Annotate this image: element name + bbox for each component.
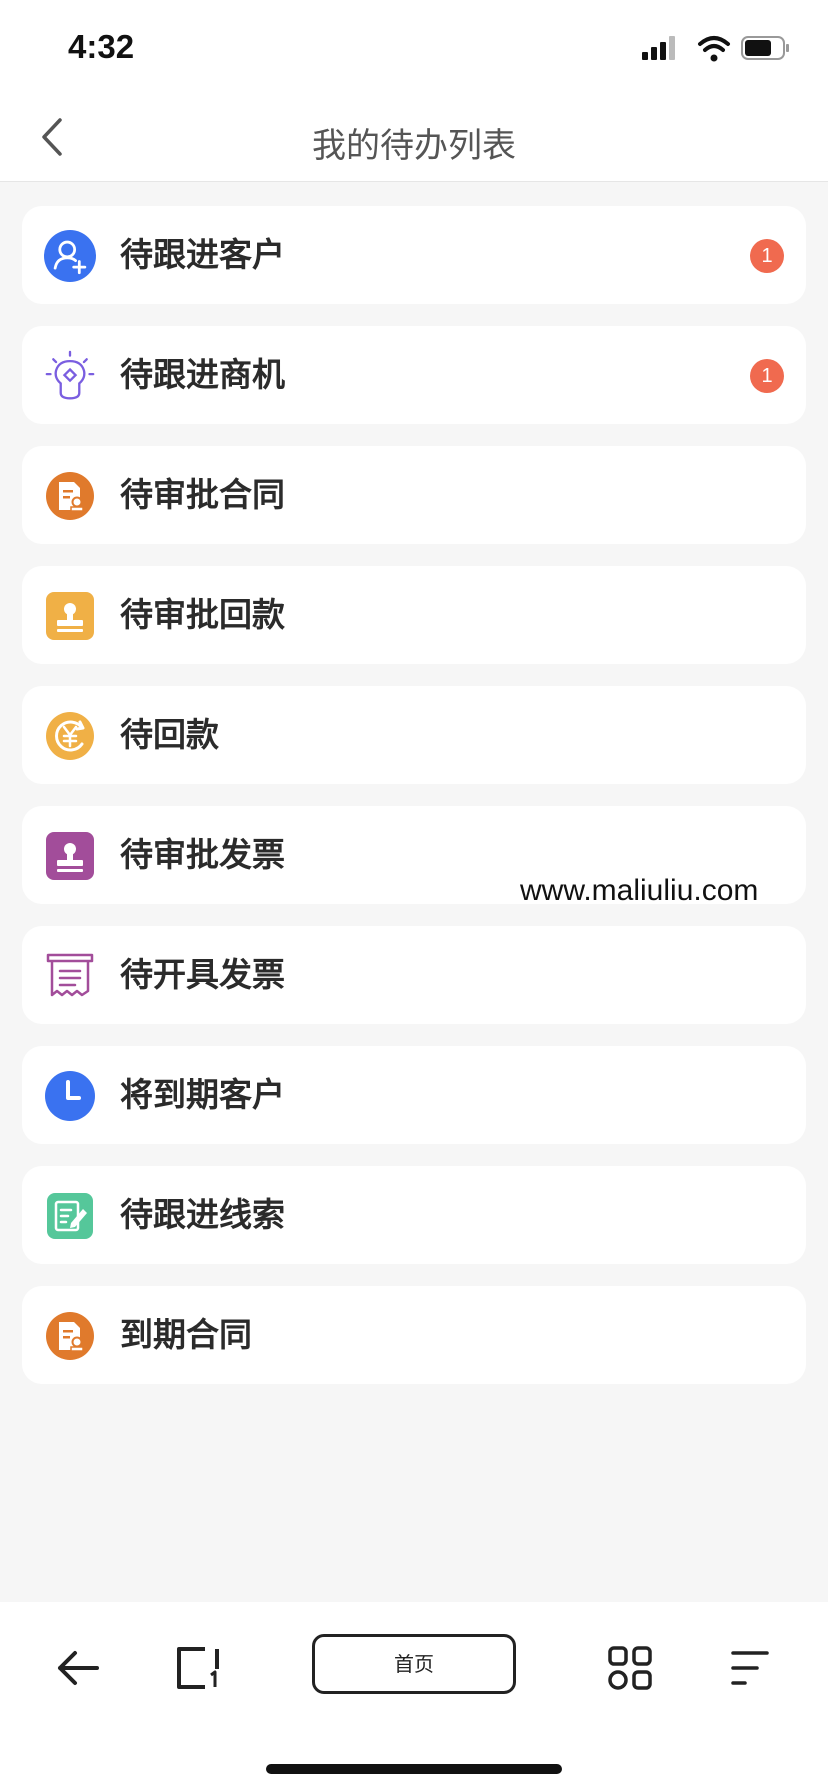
list-item-expired-contracts[interactable]: 到期合同 [22,1286,806,1384]
bottom-toolbar: 首页 [0,1602,828,1792]
list-item-label: 待审批发票 [120,835,285,874]
arrow-left-icon [58,1651,99,1685]
list-item-label: 待开具发票 [120,955,285,994]
grid-icon [608,1646,652,1690]
list-item-pending-payments[interactable]: 待回款 [22,686,806,784]
list-item-label: 待跟进商机 [120,355,285,394]
list-item-approve-payments[interactable]: 待审批回款 [22,566,806,664]
menu-button[interactable] [722,1640,778,1696]
stamp-icon [44,590,96,642]
home-button[interactable]: 首页 [312,1634,516,1694]
list-item-label: 待回款 [120,715,219,754]
todo-list: 待跟进客户 1 待跟进商机 1 待审批合同 待审批回款 待回款 待审批发票 待开… [22,206,806,1406]
list-item-follow-up-customers[interactable]: 待跟进客户 1 [22,206,806,304]
nav-bar: 我的待办列表 [0,92,828,182]
user-add-icon [44,230,96,282]
list-item-follow-up-opportunities[interactable]: 待跟进商机 1 [22,326,806,424]
list-item-label: 将到期客户 [120,1075,285,1114]
count-badge: 1 [750,239,784,273]
list-item-follow-up-leads[interactable]: 待跟进线索 [22,1166,806,1264]
contract-icon [44,1310,96,1362]
back-arrow-button[interactable] [50,1640,106,1696]
list-item-label: 待跟进线索 [120,1195,285,1234]
list-item-approve-contracts[interactable]: 待审批合同 [22,446,806,544]
status-icons [642,34,792,64]
edit-note-icon [44,1190,96,1242]
list-item-issue-invoices[interactable]: 待开具发票 [22,926,806,1024]
tabs-icon [177,1647,219,1689]
receipt-icon [44,950,96,1002]
apps-button[interactable] [602,1640,658,1696]
clock-icon [44,1070,96,1122]
watermark: www.maliuliu.com [520,874,759,907]
yuan-refresh-icon [44,710,96,762]
list-item-label: 待审批回款 [120,595,285,634]
menu-icon [731,1651,769,1685]
status-time: 4:32 [68,28,135,65]
battery-icon [741,36,789,60]
list-item-label: 到期合同 [120,1315,252,1354]
home-indicator [266,1764,562,1774]
wifi-icon [698,36,730,62]
lightbulb-icon [44,350,96,402]
status-bar: 4:32 [0,0,828,92]
tabs-button[interactable] [170,1640,226,1696]
list-item-label: 待审批合同 [120,475,285,514]
list-item-label: 待跟进客户 [120,235,285,274]
stamp-icon [44,830,96,882]
list-item-expiring-customers[interactable]: 将到期客户 [22,1046,806,1144]
page-title: 我的待办列表 [312,126,516,166]
contract-icon [44,470,96,522]
signal-icon [642,36,675,60]
count-badge: 1 [750,359,784,393]
